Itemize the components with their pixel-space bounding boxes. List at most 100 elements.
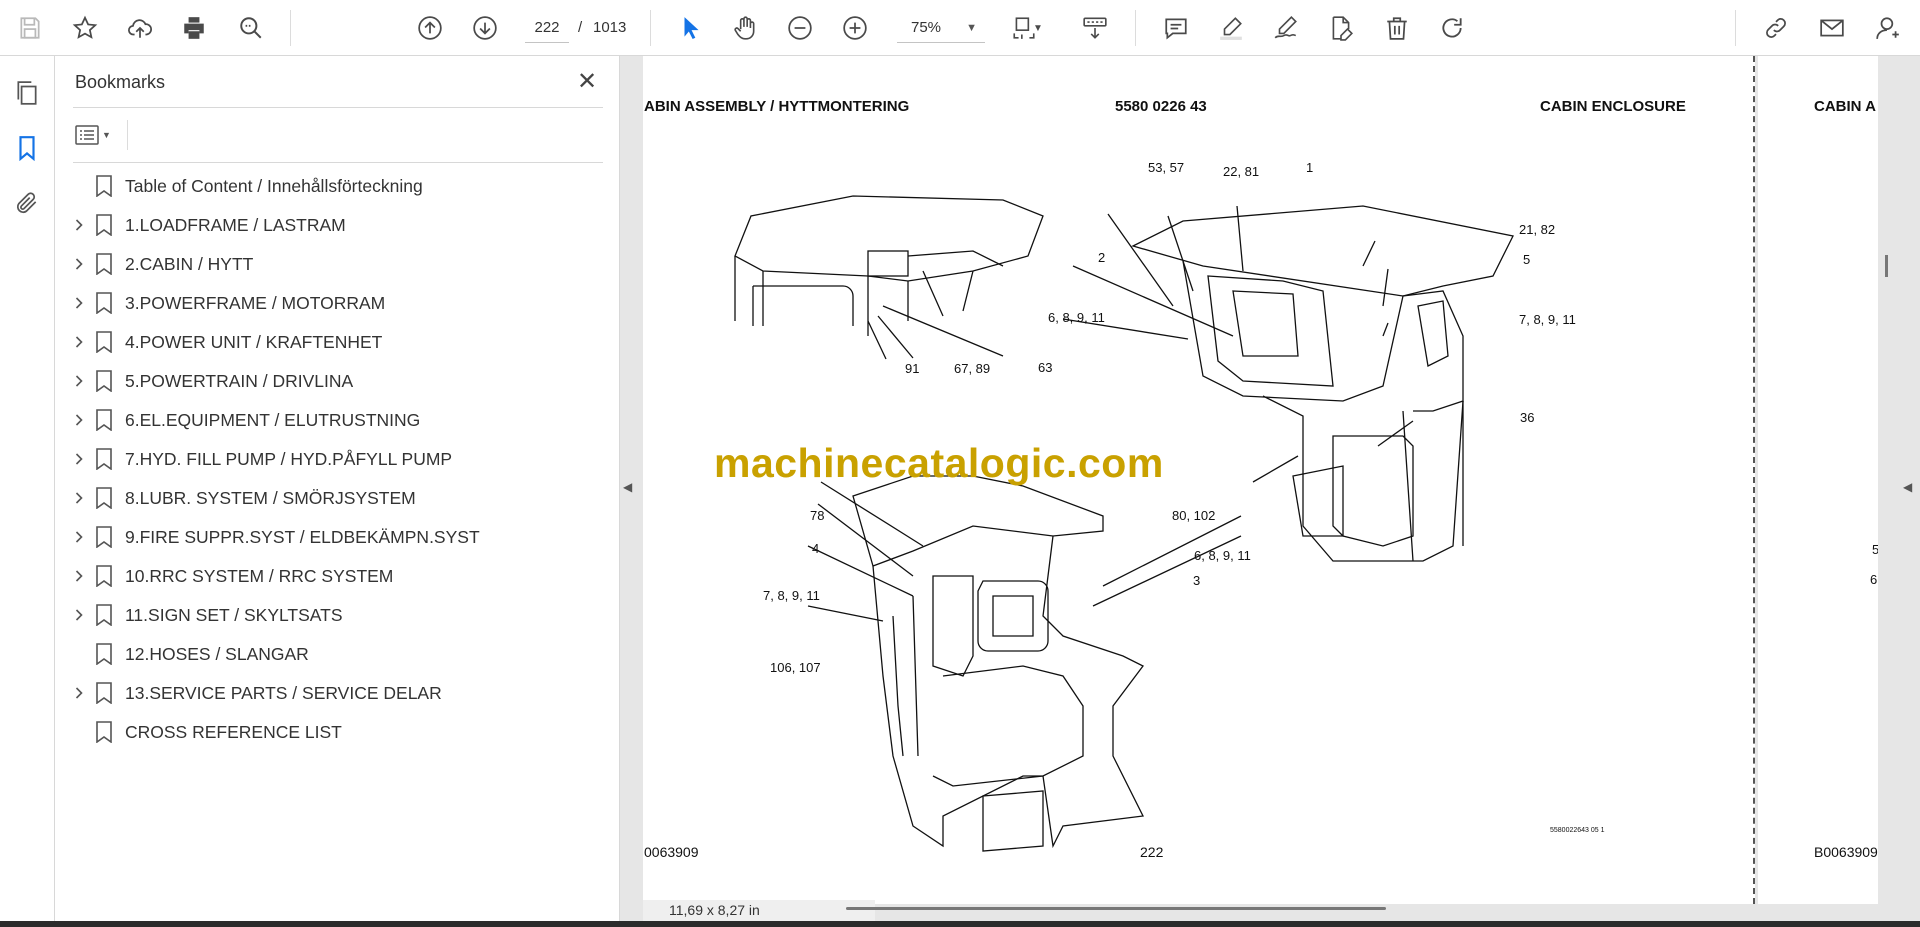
- bookmark-label: 7.HYD. FILL PUMP / HYD.PÅFYLL PUMP: [125, 448, 453, 469]
- bookmark-label: 3.POWERFRAME / MOTORRAM: [125, 292, 386, 313]
- next-page-fragment: 6: [1870, 572, 1878, 587]
- callout-label: 1: [1306, 160, 1314, 175]
- bookmark-item[interactable]: 1.LOADFRAME / LASTRAM: [55, 207, 615, 243]
- bookmark-item[interactable]: 3.POWERFRAME / MOTORRAM: [55, 285, 615, 321]
- email-icon[interactable]: [1816, 12, 1848, 44]
- attachment-icon[interactable]: [12, 188, 42, 218]
- select-cursor-icon[interactable]: [675, 12, 707, 44]
- delete-icon[interactable]: [1381, 12, 1413, 44]
- bookmark-item[interactable]: 7.HYD. FILL PUMP / HYD.PÅFYLL PUMP: [55, 441, 615, 477]
- bookmark-item[interactable]: CROSS REFERENCE LIST: [55, 714, 615, 750]
- bookmark-label: 11.SIGN SET / SKYLTSATS: [125, 604, 343, 625]
- bookmark-icon: [95, 214, 113, 237]
- page-small-code: 5580022643 05 1: [1550, 827, 1605, 834]
- bookmark-label: 13.SERVICE PARTS / SERVICE DELAR: [125, 682, 442, 703]
- left-rail: [0, 56, 55, 921]
- zoom-value: 75%: [911, 19, 942, 36]
- bookmark-item[interactable]: 4.POWER UNIT / KRAFTENHET: [55, 324, 615, 360]
- next-page-fragment: 5: [1872, 542, 1878, 557]
- callout-label: 53, 57: [1148, 160, 1185, 175]
- edit-pdf-icon[interactable]: [1325, 12, 1357, 44]
- bookmark-icon: [95, 526, 113, 549]
- chevron-right-icon[interactable]: [71, 412, 87, 428]
- hand-icon[interactable]: [729, 12, 761, 44]
- page-down-icon[interactable]: [469, 12, 501, 44]
- watermark-text: machinecatalogic.com: [714, 440, 1164, 486]
- pages-thumbnail-icon[interactable]: [12, 78, 42, 108]
- chevron-right-icon[interactable]: [71, 373, 87, 389]
- comment-icon[interactable]: [1160, 12, 1192, 44]
- collapse-left-icon[interactable]: ◀: [623, 480, 632, 494]
- horizontal-scrollbar[interactable]: [846, 907, 1386, 910]
- chevron-right-icon[interactable]: [71, 490, 87, 506]
- callout-label: 63: [1038, 360, 1053, 375]
- chevron-right-icon[interactable]: [71, 451, 87, 467]
- callout-label: 80, 102: [1172, 508, 1216, 523]
- chevron-right-icon[interactable]: [71, 334, 87, 350]
- callout-label: 6, 8, 9, 11: [1194, 548, 1251, 563]
- page-footer-code: 0063909: [644, 844, 699, 860]
- chevron-right-icon[interactable]: [71, 256, 87, 272]
- bookmark-icon: [95, 292, 113, 315]
- rotate-icon[interactable]: [1436, 12, 1468, 44]
- bookmarks-panel: Bookmarks ✕ ▼ Table of Content / Innehål…: [55, 56, 620, 921]
- account-icon[interactable]: [1872, 12, 1904, 44]
- bookmark-item[interactable]: 9.FIRE SUPPR.SYST / ELDBEKÄMPN.SYST: [55, 519, 615, 555]
- page-separator: /: [578, 19, 583, 36]
- main-toolbar: 222 / 1013 75% ▼ ▼: [0, 0, 1920, 56]
- bookmark-item[interactable]: 12.HOSES / SLANGAR: [55, 636, 615, 672]
- share-link-icon[interactable]: [1760, 12, 1792, 44]
- star-icon[interactable]: [69, 12, 101, 44]
- zoom-search-icon[interactable]: [235, 12, 267, 44]
- close-icon[interactable]: ✕: [573, 68, 601, 96]
- vertical-scrollbar[interactable]: [1885, 255, 1888, 277]
- save-icon[interactable]: [14, 12, 46, 44]
- bookmark-options-button[interactable]: ▼: [75, 120, 121, 150]
- page-number-input[interactable]: 222: [525, 13, 569, 43]
- chevron-right-icon[interactable]: [71, 529, 87, 545]
- pdf-page-next: CABIN A 5 6 B0063909: [1758, 56, 1878, 904]
- chevron-down-icon[interactable]: ▼: [1030, 12, 1046, 44]
- chevron-right-icon[interactable]: [71, 295, 87, 311]
- bookmark-label: Table of Content / Innehållsförteckning: [125, 175, 423, 196]
- callout-label: 7, 8, 9, 11: [1519, 312, 1576, 327]
- zoom-select[interactable]: 75% ▼: [897, 13, 985, 43]
- bookmark-item[interactable]: 11.SIGN SET / SKYLTSATS: [55, 597, 615, 633]
- chevron-down-icon: ▼: [966, 22, 977, 34]
- callout-label: 3: [1193, 573, 1201, 588]
- chevron-right-icon[interactable]: [71, 568, 87, 584]
- bookmark-item[interactable]: 2.CABIN / HYTT: [55, 246, 615, 282]
- highlight-icon[interactable]: [1215, 12, 1247, 44]
- zoom-out-icon[interactable]: [784, 12, 816, 44]
- collapse-right-icon[interactable]: ◀: [1903, 480, 1912, 494]
- upload-icon[interactable]: [124, 12, 156, 44]
- next-page-header: CABIN A: [1814, 98, 1876, 115]
- bookmark-icon: [95, 487, 113, 510]
- bookmark-label: 4.POWER UNIT / KRAFTENHET: [125, 331, 383, 352]
- sign-icon[interactable]: [1270, 12, 1302, 44]
- bookmark-label: 6.EL.EQUIPMENT / ELUTRUSTNING: [125, 409, 421, 430]
- bookmark-item[interactable]: 5.POWERTRAIN / DRIVLINA: [55, 363, 615, 399]
- bookmark-item[interactable]: 6.EL.EQUIPMENT / ELUTRUSTNING: [55, 402, 615, 438]
- bookmark-item[interactable]: 10.RRC SYSTEM / RRC SYSTEM: [55, 558, 615, 594]
- bookmark-icon[interactable]: [12, 133, 42, 163]
- callout-label: 106, 107: [770, 660, 821, 675]
- page-up-icon[interactable]: [414, 12, 446, 44]
- bookmark-icon: [95, 565, 113, 588]
- callout-label: 67, 89: [954, 361, 991, 376]
- chevron-right-icon[interactable]: [71, 217, 87, 233]
- bookmark-icon: [95, 721, 113, 744]
- bookmark-label: 2.CABIN / HYTT: [125, 253, 254, 274]
- print-icon[interactable]: [178, 12, 210, 44]
- bookmark-item[interactable]: 13.SERVICE PARTS / SERVICE DELAR: [55, 675, 615, 711]
- chevron-right-icon[interactable]: [71, 685, 87, 701]
- bookmark-item[interactable]: 8.LUBR. SYSTEM / SMÖRJSYSTEM: [55, 480, 615, 516]
- zoom-in-icon[interactable]: [839, 12, 871, 44]
- panel-title: Bookmarks: [75, 72, 166, 92]
- bookmark-icon: [95, 682, 113, 705]
- next-page-footer: B0063909: [1814, 844, 1878, 860]
- chevron-right-icon[interactable]: [71, 607, 87, 623]
- bookmark-item[interactable]: Table of Content / Innehållsförteckning: [55, 168, 615, 204]
- bookmark-icon: [95, 448, 113, 471]
- scroll-mode-icon[interactable]: [1079, 12, 1111, 44]
